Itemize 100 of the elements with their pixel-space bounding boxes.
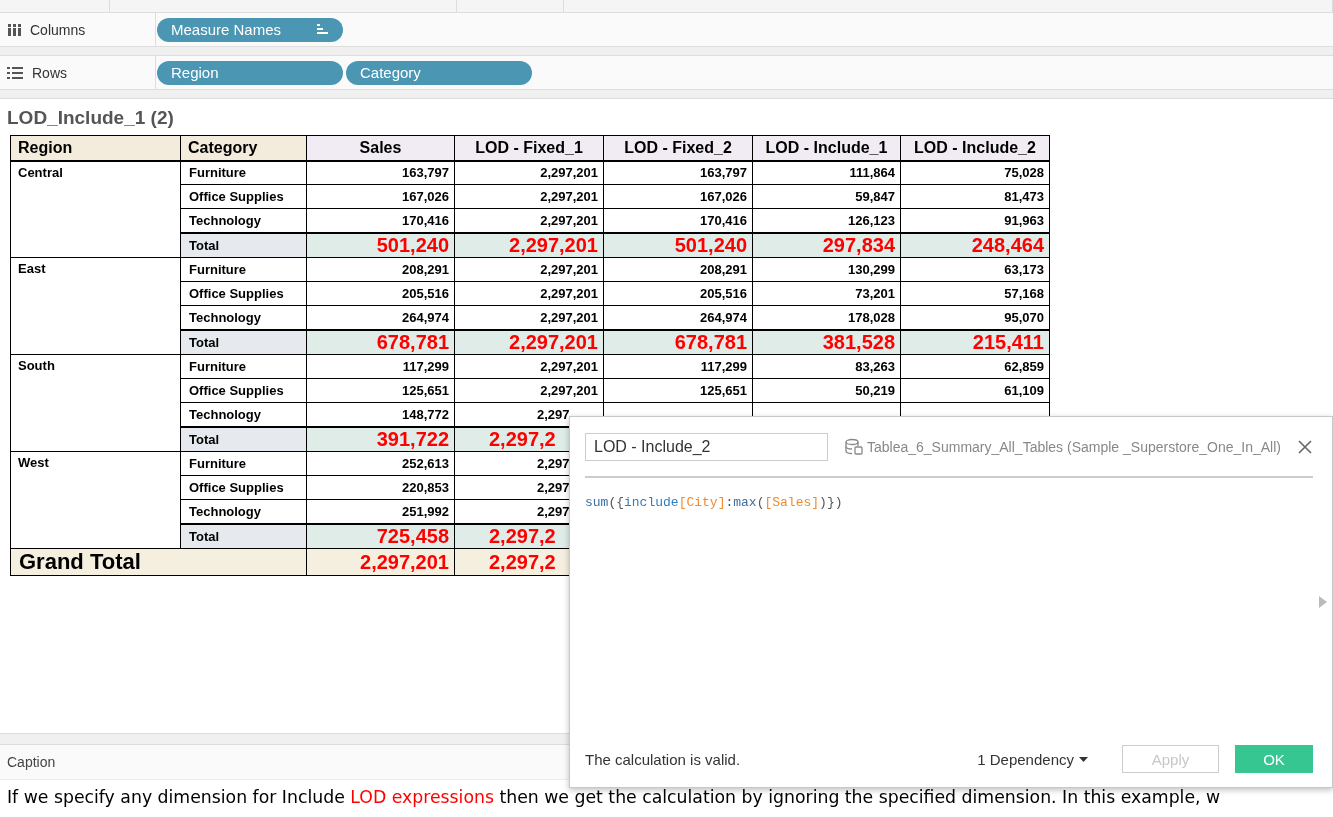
table-cell: 91,963 xyxy=(1004,212,1044,228)
category-label: Technology xyxy=(189,309,261,325)
total-value: 2,297,201 xyxy=(509,331,598,353)
table-cell: 61,109 xyxy=(1004,383,1044,398)
formula-text[interactable]: sum({include[City]:max([Sales])}) xyxy=(585,495,1313,510)
column-header: LOD - Include_1 xyxy=(752,135,901,161)
table-cell: 73,201 xyxy=(855,286,895,301)
total-value: 2,297,2 xyxy=(489,525,556,547)
table-cell: 2,297,201 xyxy=(540,359,598,374)
table-cell: 125,651 xyxy=(700,383,747,398)
total-value: 297,834 xyxy=(822,234,895,256)
sort-icon[interactable] xyxy=(316,24,329,35)
database-icon xyxy=(844,438,864,456)
calculation-name-field[interactable]: LOD - Include_2 xyxy=(585,433,828,461)
category-label: Furniture xyxy=(189,165,247,181)
category-label: Technology xyxy=(189,406,261,422)
total-label: Total xyxy=(189,431,220,447)
total-label: Total xyxy=(189,334,220,350)
caption-title: Caption xyxy=(7,754,56,770)
category-label: Office Supplies xyxy=(189,480,284,495)
sheet-title: LOD_Include_1 (2) xyxy=(7,107,175,129)
column-header: Region xyxy=(10,135,181,161)
total-value: 501,240 xyxy=(674,234,747,256)
table-cell: 178,028 xyxy=(848,309,895,325)
table-cell: 163,797 xyxy=(700,165,747,181)
category-label: Furniture xyxy=(189,359,247,374)
table-cell: 2,297,201 xyxy=(540,309,598,325)
ok-button[interactable]: OK xyxy=(1235,745,1313,773)
region-label: East xyxy=(18,261,46,276)
column-header: LOD - Fixed_2 xyxy=(603,135,753,161)
table-cell: 167,026 xyxy=(402,189,449,204)
total-label: Total xyxy=(189,528,220,544)
table-cell: 167,026 xyxy=(700,189,747,204)
total-value: 391,722 xyxy=(376,428,449,450)
column-header: LOD - Fixed_1 xyxy=(454,135,604,161)
category-label: Office Supplies xyxy=(189,383,284,398)
table-cell: 2,297,201 xyxy=(540,165,598,181)
close-icon[interactable] xyxy=(1297,439,1313,455)
table-cell: 205,516 xyxy=(700,286,747,301)
table-cell: 264,974 xyxy=(700,309,747,325)
shelf-label: Rows xyxy=(32,64,67,81)
total-value: 215,411 xyxy=(972,331,1044,353)
category-label: Furniture xyxy=(189,456,247,471)
table-cell: 2,297 xyxy=(537,480,570,495)
total-value: 2,297,201 xyxy=(360,550,449,573)
table-cell: 2,297 xyxy=(537,503,570,519)
category-label: Technology xyxy=(189,212,261,228)
table-cell: 2,297,201 xyxy=(540,262,598,277)
table-cell: 117,299 xyxy=(700,359,747,374)
category-label: Technology xyxy=(189,503,261,519)
table-cell: 111,864 xyxy=(849,165,895,181)
total-label: Total xyxy=(189,237,220,253)
total-value: 678,781 xyxy=(376,331,449,353)
table-cell: 59,847 xyxy=(855,189,895,204)
table-cell: 2,297 xyxy=(537,406,570,422)
category-label: Office Supplies xyxy=(189,286,284,301)
shelf-pill[interactable]: Region xyxy=(157,60,343,85)
total-value: 501,240 xyxy=(376,234,449,256)
total-value: 2,297,201 xyxy=(509,234,598,256)
category-label: Office Supplies xyxy=(189,189,284,204)
total-value: 248,464 xyxy=(971,234,1044,256)
total-value: 381,528 xyxy=(822,331,895,353)
shelf-pill[interactable]: Measure Names xyxy=(157,17,343,42)
total-value: 2,297,2 xyxy=(489,550,556,573)
table-cell: 251,992 xyxy=(402,503,449,519)
table-cell: 2,297,201 xyxy=(540,189,598,204)
total-value: 678,781 xyxy=(674,331,747,353)
table-cell: 75,028 xyxy=(1004,165,1044,181)
table-cell: 205,516 xyxy=(402,286,449,301)
caret-icon[interactable] xyxy=(1079,756,1088,762)
table-cell: 95,070 xyxy=(1004,309,1044,325)
table-cell: 252,613 xyxy=(402,456,449,471)
table-cell: 2,297 xyxy=(537,456,570,471)
table-cell: 170,416 xyxy=(700,212,747,228)
category-label: Furniture xyxy=(189,262,247,277)
total-value: 725,458 xyxy=(376,525,449,547)
table-cell: 126,123 xyxy=(848,212,895,228)
table-cell: 63,173 xyxy=(1004,262,1044,277)
table-cell: 208,291 xyxy=(700,262,747,277)
shelf-label: Columns xyxy=(30,21,86,38)
columns-icon xyxy=(7,23,21,36)
column-header: LOD - Include_2 xyxy=(900,135,1050,161)
table-cell: 220,853 xyxy=(402,480,449,495)
validation-status: The calculation is valid. xyxy=(585,750,742,768)
dependency-dropdown[interactable]: 1 Dependency xyxy=(977,750,1088,768)
table-cell: 62,859 xyxy=(1004,359,1044,374)
table-cell: 2,297,201 xyxy=(540,212,598,228)
region-label: Central xyxy=(18,164,63,180)
shelf-pill[interactable]: Category xyxy=(346,60,532,85)
region-label: West xyxy=(18,455,49,470)
table-cell: 117,299 xyxy=(402,359,449,374)
table-cell: 81,473 xyxy=(1004,189,1044,204)
table-cell: 57,168 xyxy=(1004,286,1044,301)
table-cell: 2,297,201 xyxy=(540,383,598,398)
datasource-label: Tablea_6_Summary_All_Tables (Sample _Superstore_One_In_All) xyxy=(867,439,1281,455)
total-value: 2,297,2 xyxy=(489,428,556,450)
table-cell: 148,772 xyxy=(402,406,449,422)
table-cell: 264,974 xyxy=(402,309,449,325)
table-cell: 83,263 xyxy=(855,359,895,374)
column-header: Category xyxy=(180,135,307,161)
